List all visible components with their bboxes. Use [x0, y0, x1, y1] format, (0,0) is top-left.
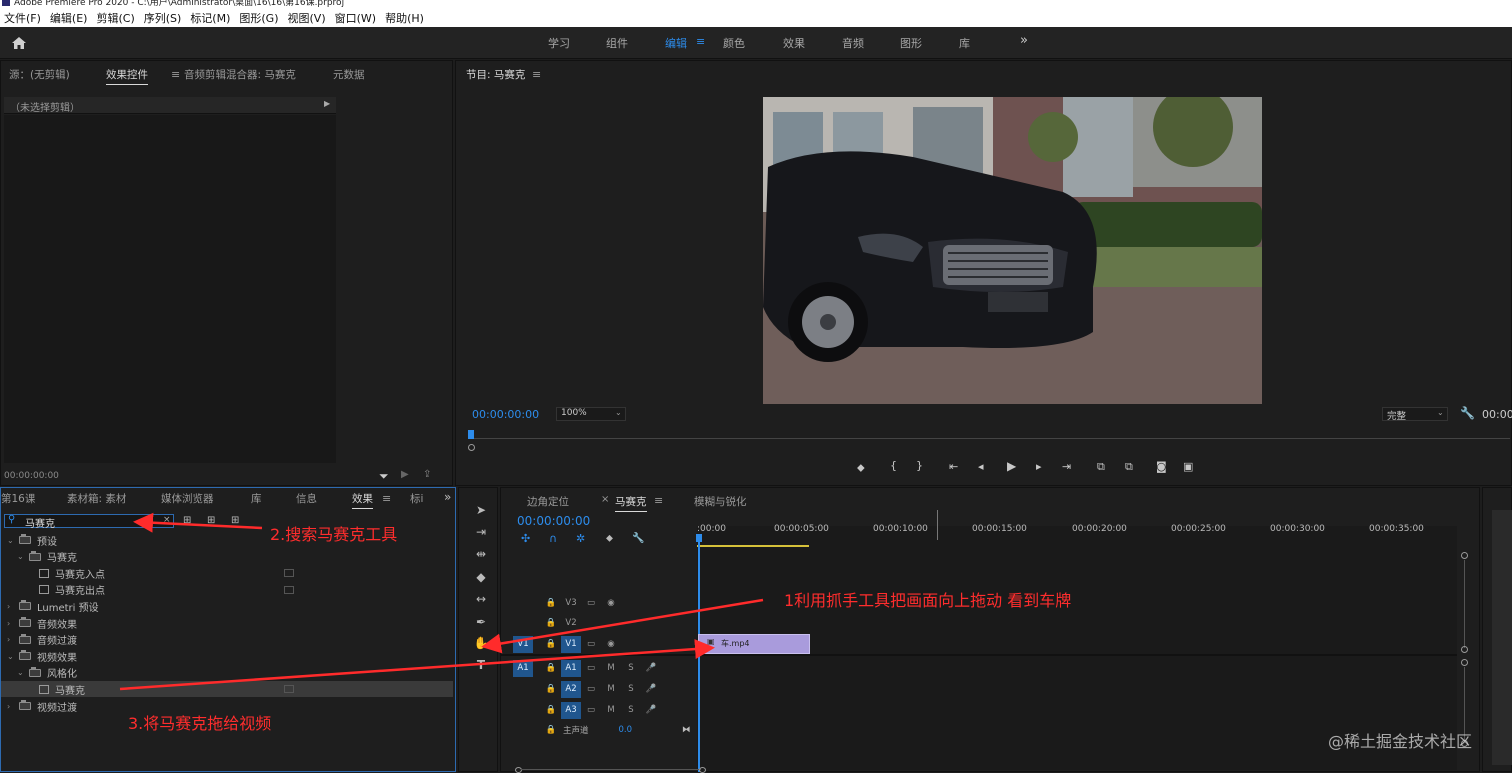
annotation-step-2: 2.搜索马赛克工具 — [270, 525, 398, 544]
annotation-step-1: 1利用抓手工具把画面向上拖动 看到车牌 — [784, 591, 1072, 610]
annotation-step-3: 3.将马赛克拖给视频 — [128, 714, 272, 733]
watermark: @稀土掘金技术社区 — [1328, 732, 1473, 751]
annotation-arrow-drag-effect — [119, 639, 715, 691]
annotation-arrow-search — [133, 512, 263, 533]
annotation-arrow-hand-tool — [481, 598, 764, 654]
annotation-arrows — [119, 512, 764, 691]
